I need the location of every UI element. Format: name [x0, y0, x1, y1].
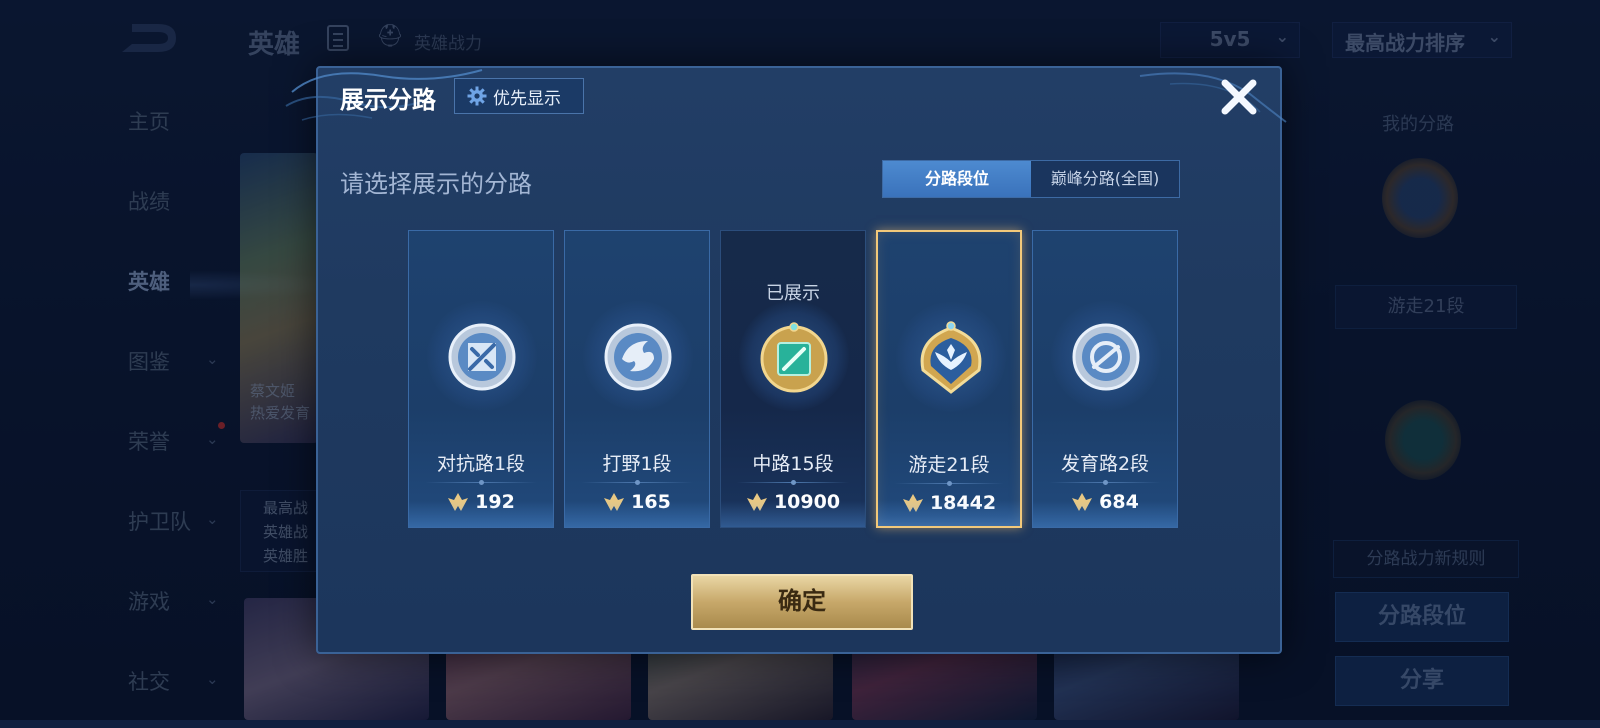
- card-base-glow: [409, 501, 553, 527]
- dialog-subtitle: 请选择展示的分路: [340, 170, 532, 198]
- dialog-title: 展示分路: [340, 86, 436, 114]
- claw-emblem-icon: [604, 323, 672, 391]
- lane-divider: [737, 480, 849, 485]
- card-base-glow: [878, 500, 1020, 526]
- wings-emblem-icon: [920, 321, 982, 394]
- lane-card-roam[interactable]: 游走21段 18442: [876, 230, 1022, 528]
- lane-name: 发育路2段: [1060, 453, 1150, 475]
- lane-card-farm[interactable]: 发育路2段 684: [1032, 230, 1178, 528]
- wand-emblem-icon: [760, 322, 828, 393]
- swirl-decoration-icon: [1139, 72, 1287, 123]
- lane-name: 中路15段: [752, 453, 834, 475]
- card-base-glow: [721, 501, 865, 527]
- card-base-glow: [565, 501, 709, 527]
- lane-name: 游走21段: [908, 454, 990, 476]
- lane-card-top[interactable]: 对抗路1段 192: [408, 230, 554, 528]
- lane-card-mid[interactable]: 已展示 中路15段 10900: [720, 230, 866, 528]
- lane-tab-switcher: 分路段位 巅峰分路(全国): [882, 160, 1180, 198]
- tab-peak-lane-national[interactable]: 巅峰分路(全国): [1031, 161, 1179, 197]
- lane-card-list: 对抗路1段 192 打野1段: [408, 230, 1188, 528]
- lane-divider: [425, 480, 537, 485]
- priority-display-label: 优先显示: [493, 88, 561, 109]
- close-icon[interactable]: [1218, 76, 1260, 118]
- card-base-glow: [1033, 501, 1177, 527]
- lane-divider: [894, 481, 1004, 486]
- arrow-emblem-icon: [1072, 323, 1140, 391]
- confirm-button[interactable]: 确定: [691, 574, 913, 630]
- lane-divider: [1049, 480, 1161, 485]
- lane-card-jungle[interactable]: 打野1段 165: [564, 230, 710, 528]
- sword-emblem-icon: [448, 323, 516, 391]
- tab-lane-rank[interactable]: 分路段位: [883, 161, 1031, 197]
- gear-icon: [467, 86, 487, 106]
- lane-display-dialog: 展示分路 优先显示 请选择展示的分路 分路段位 巅峰分路(全国) 对抗路1段 打…: [285, 66, 1287, 654]
- lane-divider: [581, 480, 693, 485]
- lane-name: 对抗路1段: [436, 453, 526, 475]
- priority-display-button[interactable]: 优先显示: [454, 78, 584, 114]
- lane-name: 打野1段: [602, 453, 672, 475]
